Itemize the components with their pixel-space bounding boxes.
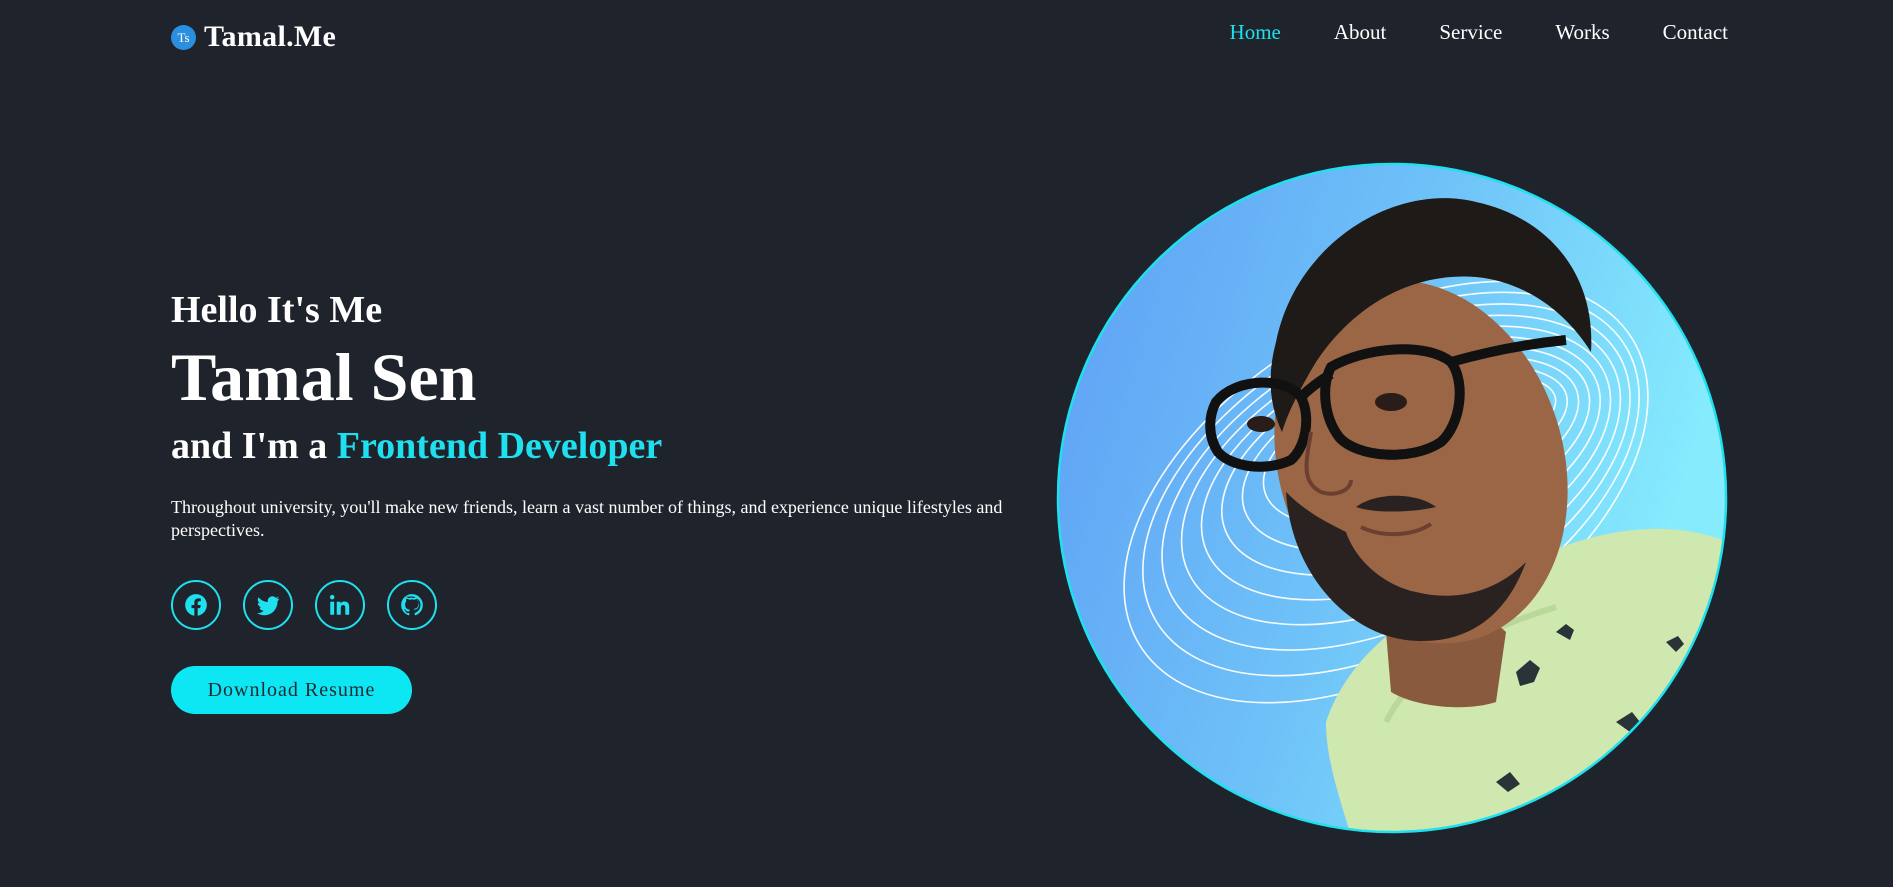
profile-photo-illustration	[1056, 162, 1728, 834]
logo-text: Tamal.Me	[204, 20, 337, 53]
facebook-icon	[185, 594, 207, 616]
linkedin-icon	[329, 594, 350, 615]
site-header: Ts Tamal.Me Home About Service Works Con…	[0, 0, 1893, 80]
nav-works[interactable]: Works	[1555, 20, 1609, 45]
main-nav: Home About Service Works Contact	[1230, 20, 1728, 45]
github-link[interactable]	[387, 580, 437, 630]
greeting-heading: Hello It's Me	[171, 289, 383, 331]
hero-description: Throughout university, you'll make new f…	[171, 497, 1003, 540]
twitter-icon	[257, 596, 280, 616]
role-highlight: Frontend Developer	[336, 425, 663, 467]
role-heading: and I'm a Frontend Developer	[171, 424, 662, 468]
name-heading: Tamal Sen	[171, 339, 477, 415]
github-icon	[401, 594, 423, 616]
linkedin-link[interactable]	[315, 580, 365, 630]
profile-portrait	[1056, 162, 1728, 834]
nav-contact[interactable]: Contact	[1663, 20, 1728, 45]
nav-home[interactable]: Home	[1230, 20, 1281, 45]
portfolio-page: Ts Tamal.Me Home About Service Works Con…	[0, 0, 1893, 887]
logo-badge-icon: Ts	[171, 24, 196, 50]
twitter-link[interactable]	[243, 580, 293, 630]
download-resume-button[interactable]: Download Resume	[171, 666, 412, 714]
role-prefix: and I'm a	[171, 425, 328, 467]
facebook-link[interactable]	[171, 580, 221, 630]
nav-about[interactable]: About	[1334, 20, 1387, 45]
site-logo[interactable]: Ts Tamal.Me	[171, 20, 336, 54]
social-links	[171, 580, 437, 630]
nav-service[interactable]: Service	[1439, 20, 1502, 45]
